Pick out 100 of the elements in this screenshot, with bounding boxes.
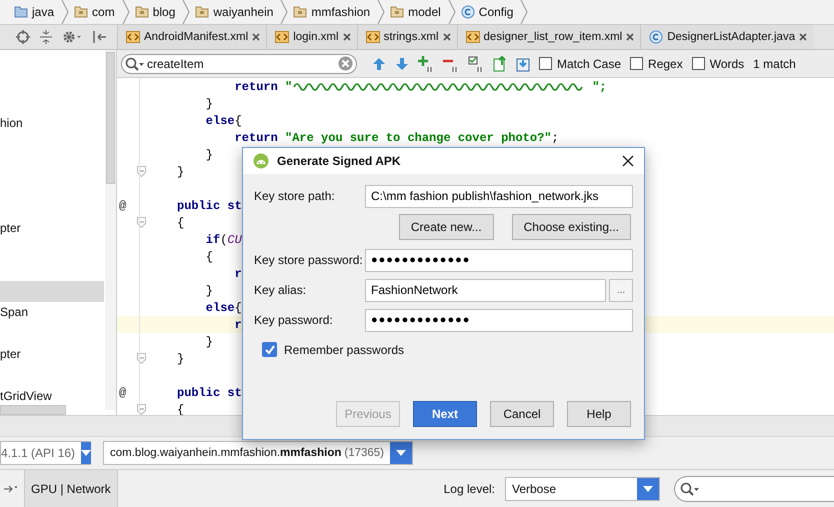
code-line: }	[204, 96, 214, 110]
clear-icon[interactable]	[338, 56, 353, 71]
collapse-icon[interactable]	[40, 30, 52, 44]
export-icon[interactable]	[493, 56, 507, 72]
xml-file-icon	[275, 31, 290, 43]
code-line: else{	[204, 114, 242, 128]
monitor-tab[interactable]: GPU | Network	[24, 470, 118, 507]
dialog-title: Generate Signed APK	[277, 154, 401, 168]
code-line: return "Are you sure to change cover photo?";	[234, 130, 559, 144]
editor-tab[interactable]: designer_list_row_item.xml	[456, 25, 640, 49]
folder-icon	[134, 6, 149, 18]
caret-icon	[81, 450, 92, 456]
checkbox[interactable]	[692, 57, 705, 70]
caret-icon	[396, 450, 406, 456]
code-line: }	[177, 352, 184, 366]
code-line: if(CU	[204, 232, 242, 246]
chevron-icon	[520, 0, 528, 24]
code-line: {	[204, 250, 214, 264]
dialog-button[interactable]: Next	[413, 401, 477, 427]
checkbox[interactable]	[539, 57, 552, 70]
search-field[interactable]: createItem	[121, 54, 357, 74]
chevron-icon	[377, 0, 386, 24]
checkbox[interactable]	[262, 342, 277, 357]
xml-file-icon	[126, 31, 140, 43]
checkbox-label: Remember passwords	[284, 342, 404, 356]
checkbox-label: Words	[710, 56, 744, 70]
caret-icon	[643, 486, 653, 492]
search-icon	[125, 56, 145, 70]
folder-icon	[74, 6, 88, 18]
settings-icon[interactable]	[62, 30, 82, 44]
dialog-button[interactable]: Help	[567, 401, 631, 427]
folder-icon	[390, 6, 404, 18]
folder-icon	[14, 6, 28, 18]
checkbox[interactable]	[630, 57, 644, 70]
code-line: public st	[177, 386, 242, 400]
tree-row[interactable]: hion	[0, 113, 104, 134]
browse-button[interactable]: ...	[609, 278, 633, 302]
xml-file-icon	[366, 31, 380, 43]
chevron-icon	[280, 0, 288, 24]
code-line: }	[204, 284, 214, 298]
dialog-button[interactable]: Cancel	[490, 401, 554, 427]
process-dropdown[interactable]: com.blog.waiyanhein.mmfashion.mmfashion (17365)	[103, 441, 414, 465]
arrow-icon[interactable]	[4, 484, 18, 494]
add-occurrence-icon[interactable]	[418, 56, 434, 72]
chevron-icon	[122, 0, 130, 24]
dialog-button[interactable]: Create new...	[398, 214, 494, 240]
select-all-icon[interactable]	[468, 56, 484, 72]
breadcrumb-item[interactable]: java	[32, 5, 54, 19]
folder-icon	[195, 6, 210, 18]
android-icon	[253, 153, 269, 169]
tree-row[interactable]: pter	[0, 218, 104, 239]
xml-file-icon	[466, 31, 480, 43]
code-line: return " ";	[234, 80, 607, 94]
editor-tab[interactable]: strings.xml	[356, 25, 457, 49]
tree-row[interactable]: Span	[0, 302, 104, 323]
field-label: Key store path:	[254, 189, 336, 203]
field-label: Key store password:	[254, 253, 364, 267]
search-icon	[680, 482, 700, 496]
breadcrumb-item[interactable]: mmfashion	[311, 5, 370, 19]
pin-icon[interactable]	[92, 30, 106, 44]
log-level-dropdown[interactable]: Verbose	[505, 476, 660, 500]
breadcrumb-item[interactable]: Config	[478, 5, 514, 19]
breadcrumb-item[interactable]: model	[408, 5, 441, 19]
code-line: }	[177, 164, 184, 178]
scrollbar-thumb[interactable]	[0, 405, 66, 415]
dialog-button[interactable]: Choose existing...	[512, 214, 631, 240]
input-field[interactable]: FashionNetwork	[365, 278, 606, 302]
device-dropdown[interactable]: 4.1.1 (API 16)	[0, 441, 91, 465]
checkbox-label: Match Case	[557, 56, 622, 70]
chevron-icon	[448, 0, 456, 24]
search-field[interactable]	[674, 476, 834, 502]
editor-tab[interactable]: AndroidManifest.xml	[117, 25, 266, 49]
breadcrumb-item[interactable]: blog	[152, 5, 176, 19]
arrow-up-icon[interactable]	[372, 56, 386, 70]
editor-tab[interactable]: DesignerListAdapter.java	[640, 25, 814, 49]
checkbox-label: Regex	[648, 56, 683, 70]
tree-row[interactable]: pter	[0, 344, 104, 365]
arrow-down-icon[interactable]	[395, 56, 409, 70]
scrollbar-thumb[interactable]	[106, 52, 115, 184]
tree-row[interactable]: tGridView	[0, 386, 104, 407]
breadcrumb-item[interactable]: waiyanhein	[213, 5, 274, 19]
import-icon[interactable]	[516, 56, 530, 72]
breadcrumb-item[interactable]: com	[92, 5, 115, 19]
override-marker: @	[119, 386, 126, 400]
code-line: }	[204, 148, 214, 162]
chevron-icon	[61, 0, 70, 24]
close-icon[interactable]	[622, 155, 634, 167]
code-line: }	[204, 334, 214, 348]
input-field[interactable]: C:\mm fashion publish\fashion_network.jks	[365, 184, 633, 208]
password-field[interactable]: ●●●●●●●●●●●●●	[365, 248, 633, 272]
code-line: r	[234, 318, 242, 332]
field-label: Key password:	[254, 313, 334, 327]
code-line: {	[177, 402, 184, 415]
password-field[interactable]: ●●●●●●●●●●●●●	[365, 308, 633, 332]
editor-tab[interactable]: login.xml	[266, 25, 357, 49]
target-icon[interactable]	[16, 30, 30, 44]
match-count: 1 match	[753, 56, 796, 70]
code-line: else{	[204, 300, 242, 314]
class-icon	[460, 5, 475, 19]
code-line: public st	[177, 198, 242, 212]
